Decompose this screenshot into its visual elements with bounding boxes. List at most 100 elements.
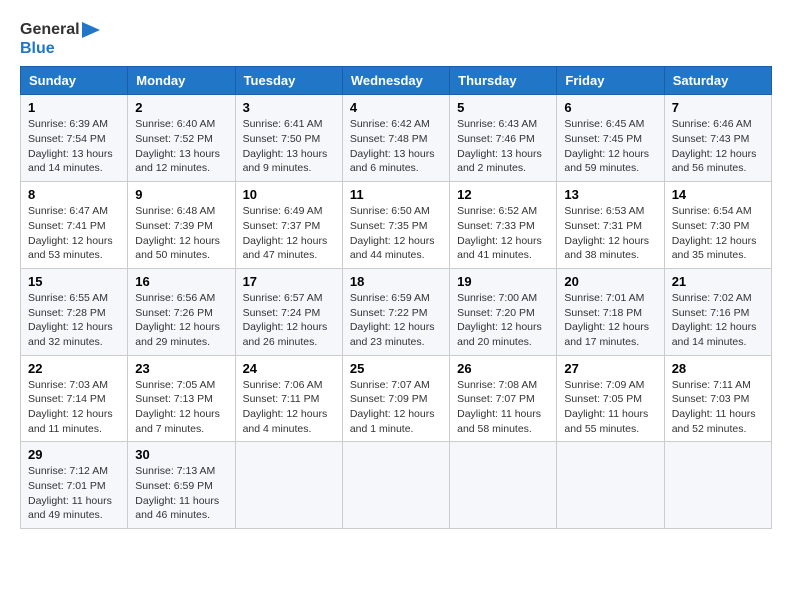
day-detail: Sunrise: 6:57 AMSunset: 7:24 PMDaylight:… <box>243 291 335 350</box>
calendar-cell: 7 Sunrise: 6:46 AMSunset: 7:43 PMDaylight… <box>664 95 771 182</box>
calendar-cell: 4 Sunrise: 6:42 AMSunset: 7:48 PMDaylight… <box>342 95 449 182</box>
logo-arrow-icon <box>82 22 100 38</box>
calendar-cell: 9 Sunrise: 6:48 AMSunset: 7:39 PMDaylight… <box>128 182 235 269</box>
column-header-wednesday: Wednesday <box>342 67 449 95</box>
day-detail: Sunrise: 6:47 AMSunset: 7:41 PMDaylight:… <box>28 204 120 263</box>
calendar-cell: 18Sunrise: 6:59 AMSunset: 7:22 PMDayligh… <box>342 268 449 355</box>
day-number: 13 <box>564 187 656 202</box>
day-number: 22 <box>28 361 120 376</box>
calendar-cell: 28 Sunrise: 7:11 AMSunset: 7:03 PMDayligh… <box>664 355 771 442</box>
day-detail: Sunrise: 6:40 AMSunset: 7:52 PMDaylight:… <box>135 117 227 176</box>
day-number: 11 <box>350 187 442 202</box>
day-detail: Sunrise: 6:41 AMSunset: 7:50 PMDaylight:… <box>243 117 335 176</box>
calendar-table: SundayMondayTuesdayWednesdayThursdayFrid… <box>20 66 772 529</box>
day-number: 30 <box>135 447 227 462</box>
day-detail: Sunrise: 7:00 AMSunset: 7:20 PMDaylight:… <box>457 291 549 350</box>
calendar-cell: 5Sunrise: 6:43 AMSunset: 7:46 PMDaylight… <box>450 95 557 182</box>
day-detail: Sunrise: 7:05 AMSunset: 7:13 PMDaylight:… <box>135 378 227 437</box>
column-header-saturday: Saturday <box>664 67 771 95</box>
calendar-cell: 23 Sunrise: 7:05 AMSunset: 7:13 PMDayligh… <box>128 355 235 442</box>
page-header: General Blue <box>20 20 772 58</box>
calendar-cell <box>557 442 664 529</box>
day-detail: Sunrise: 6:48 AMSunset: 7:39 PMDaylight:… <box>135 204 227 263</box>
week-row-1: 1 Sunrise: 6:39 AMSunset: 7:54 PMDaylight… <box>21 95 772 182</box>
day-number: 16 <box>135 274 227 289</box>
day-number: 21 <box>672 274 764 289</box>
day-number: 27 <box>564 361 656 376</box>
day-number: 17 <box>243 274 335 289</box>
calendar-cell: 10Sunrise: 6:49 AMSunset: 7:37 PMDayligh… <box>235 182 342 269</box>
calendar-cell: 12 Sunrise: 6:52 AMSunset: 7:33 PMDayligh… <box>450 182 557 269</box>
day-number: 7 <box>672 100 764 115</box>
logo-container: General Blue <box>20 20 100 58</box>
calendar-cell <box>235 442 342 529</box>
day-detail: Sunrise: 6:42 AMSunset: 7:48 PMDaylight:… <box>350 117 442 176</box>
day-detail: Sunrise: 6:46 AMSunset: 7:43 PMDaylight:… <box>672 117 764 176</box>
calendar-cell: 22Sunrise: 7:03 AMSunset: 7:14 PMDayligh… <box>21 355 128 442</box>
day-number: 15 <box>28 274 120 289</box>
day-detail: Sunrise: 6:45 AMSunset: 7:45 PMDaylight:… <box>564 117 656 176</box>
day-detail: Sunrise: 7:01 AMSunset: 7:18 PMDaylight:… <box>564 291 656 350</box>
day-detail: Sunrise: 7:02 AMSunset: 7:16 PMDaylight:… <box>672 291 764 350</box>
day-number: 9 <box>135 187 227 202</box>
calendar-cell <box>450 442 557 529</box>
day-detail: Sunrise: 6:43 AMSunset: 7:46 PMDaylight:… <box>457 117 549 176</box>
day-number: 8 <box>28 187 120 202</box>
calendar-cell: 16Sunrise: 6:56 AMSunset: 7:26 PMDayligh… <box>128 268 235 355</box>
calendar-cell: 6 Sunrise: 6:45 AMSunset: 7:45 PMDaylight… <box>557 95 664 182</box>
calendar-cell: 14Sunrise: 6:54 AMSunset: 7:30 PMDayligh… <box>664 182 771 269</box>
day-number: 19 <box>457 274 549 289</box>
day-number: 3 <box>243 100 335 115</box>
day-detail: Sunrise: 6:52 AMSunset: 7:33 PMDaylight:… <box>457 204 549 263</box>
calendar-cell: 13 Sunrise: 6:53 AMSunset: 7:31 PMDayligh… <box>557 182 664 269</box>
calendar-cell: 29Sunrise: 7:12 AMSunset: 7:01 PMDayligh… <box>21 442 128 529</box>
logo-blue-text: Blue <box>20 39 55 58</box>
week-row-3: 15Sunrise: 6:55 AMSunset: 7:28 PMDayligh… <box>21 268 772 355</box>
day-number: 1 <box>28 100 120 115</box>
day-detail: Sunrise: 6:53 AMSunset: 7:31 PMDaylight:… <box>564 204 656 263</box>
calendar-cell: 15Sunrise: 6:55 AMSunset: 7:28 PMDayligh… <box>21 268 128 355</box>
day-detail: Sunrise: 6:54 AMSunset: 7:30 PMDaylight:… <box>672 204 764 263</box>
day-detail: Sunrise: 7:11 AMSunset: 7:03 PMDaylight:… <box>672 378 764 437</box>
calendar-cell: 2 Sunrise: 6:40 AMSunset: 7:52 PMDaylight… <box>128 95 235 182</box>
calendar-cell <box>664 442 771 529</box>
day-detail: Sunrise: 6:39 AMSunset: 7:54 PMDaylight:… <box>28 117 120 176</box>
day-number: 23 <box>135 361 227 376</box>
day-detail: Sunrise: 7:08 AMSunset: 7:07 PMDaylight:… <box>457 378 549 437</box>
column-header-thursday: Thursday <box>450 67 557 95</box>
calendar-cell: 26 Sunrise: 7:08 AMSunset: 7:07 PMDayligh… <box>450 355 557 442</box>
calendar-cell: 30 Sunrise: 7:13 AMSunset: 6:59 PMDayligh… <box>128 442 235 529</box>
day-detail: Sunrise: 7:07 AMSunset: 7:09 PMDaylight:… <box>350 378 442 437</box>
calendar-cell: 11 Sunrise: 6:50 AMSunset: 7:35 PMDayligh… <box>342 182 449 269</box>
day-number: 25 <box>350 361 442 376</box>
day-detail: Sunrise: 7:13 AMSunset: 6:59 PMDaylight:… <box>135 464 227 523</box>
column-header-friday: Friday <box>557 67 664 95</box>
day-detail: Sunrise: 6:50 AMSunset: 7:35 PMDaylight:… <box>350 204 442 263</box>
calendar-cell: 27 Sunrise: 7:09 AMSunset: 7:05 PMDayligh… <box>557 355 664 442</box>
day-detail: Sunrise: 7:09 AMSunset: 7:05 PMDaylight:… <box>564 378 656 437</box>
day-detail: Sunrise: 7:06 AMSunset: 7:11 PMDaylight:… <box>243 378 335 437</box>
day-number: 26 <box>457 361 549 376</box>
logo: General Blue <box>20 20 100 58</box>
column-header-sunday: Sunday <box>21 67 128 95</box>
day-number: 29 <box>28 447 120 462</box>
week-row-2: 8 Sunrise: 6:47 AMSunset: 7:41 PMDaylight… <box>21 182 772 269</box>
calendar-cell: 8 Sunrise: 6:47 AMSunset: 7:41 PMDaylight… <box>21 182 128 269</box>
calendar-cell: 3 Sunrise: 6:41 AMSunset: 7:50 PMDaylight… <box>235 95 342 182</box>
calendar-cell: 24Sunrise: 7:06 AMSunset: 7:11 PMDayligh… <box>235 355 342 442</box>
day-number: 12 <box>457 187 549 202</box>
calendar-cell: 25 Sunrise: 7:07 AMSunset: 7:09 PMDayligh… <box>342 355 449 442</box>
day-number: 4 <box>350 100 442 115</box>
day-number: 6 <box>564 100 656 115</box>
calendar-cell <box>342 442 449 529</box>
day-number: 20 <box>564 274 656 289</box>
calendar-cell: 20 Sunrise: 7:01 AMSunset: 7:18 PMDayligh… <box>557 268 664 355</box>
day-number: 10 <box>243 187 335 202</box>
column-header-tuesday: Tuesday <box>235 67 342 95</box>
logo-general-text: General <box>20 20 80 39</box>
calendar-cell: 1 Sunrise: 6:39 AMSunset: 7:54 PMDaylight… <box>21 95 128 182</box>
day-number: 28 <box>672 361 764 376</box>
calendar-header-row: SundayMondayTuesdayWednesdayThursdayFrid… <box>21 67 772 95</box>
day-detail: Sunrise: 6:59 AMSunset: 7:22 PMDaylight:… <box>350 291 442 350</box>
day-number: 2 <box>135 100 227 115</box>
